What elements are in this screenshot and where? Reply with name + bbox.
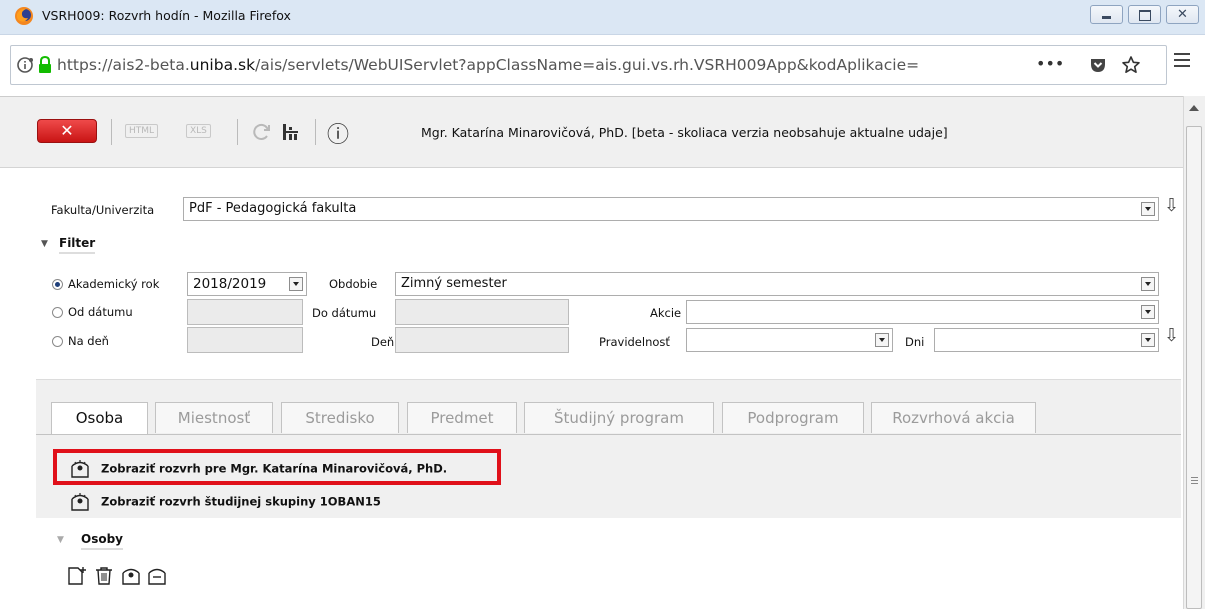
chevron-down-icon[interactable] bbox=[289, 277, 303, 291]
on-day-input[interactable] bbox=[187, 327, 303, 353]
faculty-label: Fakulta/Univerzita bbox=[51, 203, 155, 217]
chevron-down-icon[interactable] bbox=[1141, 305, 1155, 319]
tab-rozvrhova-akcia[interactable]: Rozvrhová akcia bbox=[871, 402, 1036, 433]
navigation-bar: https://ais2-beta.uniba.sk/ais/servlets/… bbox=[0, 35, 1205, 95]
view-schedule-icon[interactable] bbox=[120, 566, 142, 586]
scroll-up-icon[interactable] bbox=[1189, 105, 1199, 111]
period-select[interactable]: Zimný semester bbox=[395, 272, 1159, 296]
day-label: Deň bbox=[371, 335, 395, 349]
from-date-input[interactable] bbox=[187, 299, 303, 325]
lock-icon bbox=[39, 56, 51, 73]
browser-window: VSRH009: Rozvrh hodín - Mozilla Firefox … bbox=[0, 0, 1205, 610]
days-select[interactable] bbox=[934, 328, 1159, 352]
view-detail-icon[interactable] bbox=[146, 566, 168, 586]
tab-stredisko[interactable]: Stredisko bbox=[281, 402, 399, 433]
export-xls-button[interactable]: XLS bbox=[186, 124, 211, 138]
delete-icon[interactable] bbox=[94, 566, 114, 586]
academic-year-label: Akademický rok bbox=[68, 277, 160, 291]
chevron-down-icon[interactable] bbox=[1141, 202, 1155, 216]
tab-miestnost[interactable]: Miestnosť bbox=[155, 402, 273, 433]
tab-podprogram[interactable]: Podprogram bbox=[722, 402, 864, 433]
on-day-radio[interactable] bbox=[52, 336, 63, 347]
arrow-down-icon[interactable]: ⇩ bbox=[1164, 195, 1179, 216]
filter-section-title[interactable]: Filter bbox=[59, 236, 96, 254]
tab-predmet[interactable]: Predmet bbox=[407, 402, 517, 433]
close-app-button[interactable]: ✕ bbox=[37, 119, 97, 143]
site-info-icon[interactable] bbox=[17, 56, 35, 74]
show-group-schedule-label: Zobraziť rozvrh študijnej skupiny 1OBAN1… bbox=[101, 494, 381, 509]
pocket-icon[interactable] bbox=[1089, 56, 1107, 74]
toolbar-separator bbox=[315, 119, 316, 145]
maximize-icon bbox=[1139, 10, 1151, 21]
day-input[interactable] bbox=[395, 327, 569, 353]
to-date-label: Do dátumu bbox=[312, 306, 377, 320]
from-date-radio[interactable] bbox=[52, 307, 63, 318]
on-day-label: Na deň bbox=[68, 334, 109, 348]
action-select[interactable] bbox=[686, 300, 1159, 324]
to-date-input[interactable] bbox=[395, 299, 569, 325]
academic-year-radio[interactable] bbox=[52, 279, 63, 290]
regularity-select[interactable] bbox=[686, 328, 893, 352]
close-window-button[interactable]: ✕ bbox=[1166, 5, 1199, 24]
collapse-triangle-icon[interactable]: ▼ bbox=[41, 239, 48, 249]
from-date-label: Od dátumu bbox=[68, 305, 133, 319]
minimize-icon bbox=[1102, 16, 1111, 19]
window-title: VSRH009: Rozvrh hodín - Mozilla Firefox bbox=[42, 8, 291, 23]
period-value: Zimný semester bbox=[401, 276, 507, 291]
bookmark-star-icon[interactable] bbox=[1121, 55, 1141, 75]
title-bar: VSRH009: Rozvrh hodín - Mozilla Firefox … bbox=[0, 0, 1205, 35]
highlight-frame bbox=[53, 449, 501, 485]
tab-studijny-program[interactable]: Študijný program bbox=[524, 402, 714, 433]
maximize-button[interactable] bbox=[1128, 5, 1161, 24]
toolbar-separator bbox=[237, 119, 238, 145]
page-actions-icon[interactable]: ••• bbox=[1036, 54, 1064, 73]
menu-icon[interactable] bbox=[1174, 53, 1190, 67]
show-group-schedule-link[interactable]: Zobraziť rozvrh študijnej skupiny 1OBAN1… bbox=[69, 493, 381, 511]
structure-icon[interactable] bbox=[280, 121, 302, 143]
scroll-thumb[interactable] bbox=[1186, 126, 1202, 609]
form-area: Fakulta/Univerzita PdF - Pedagogická fak… bbox=[36, 179, 1181, 610]
app-toolbar: ✕ HTML XLS ⓘ Mgr. Katarína Minarovičová,… bbox=[0, 97, 1183, 168]
vertical-scrollbar[interactable] bbox=[1183, 96, 1205, 609]
app-content: ✕ HTML XLS ⓘ Mgr. Katarína Minarovičová,… bbox=[0, 96, 1183, 610]
arrow-down-icon[interactable]: ⇩ bbox=[1164, 325, 1179, 346]
faculty-select[interactable]: PdF - Pedagogická fakulta bbox=[183, 197, 1159, 221]
collapse-triangle-icon[interactable]: ▼ bbox=[57, 535, 64, 545]
regularity-label: Pravidelnosť bbox=[599, 335, 670, 349]
period-label: Obdobie bbox=[329, 277, 378, 291]
user-info: Mgr. Katarína Minarovičová, PhD. [beta -… bbox=[421, 125, 948, 140]
persons-section-title[interactable]: Osoby bbox=[81, 532, 123, 550]
url-bar[interactable]: https://ais2-beta.uniba.sk/ais/servlets/… bbox=[10, 45, 1167, 85]
close-window-icon: ✕ bbox=[1177, 7, 1188, 22]
academic-year-select[interactable]: 2018/2019 bbox=[187, 272, 307, 296]
chevron-down-icon[interactable] bbox=[1141, 277, 1155, 291]
tab-panel-osoba: Zobraziť rozvrh pre Mgr. Katarína Minaro… bbox=[36, 434, 1181, 585]
tabs-area: Osoba Miestnosť Stredisko Predmet Študij… bbox=[36, 379, 1181, 585]
refresh-icon[interactable] bbox=[250, 121, 272, 143]
action-label: Akcie bbox=[650, 306, 682, 320]
info-icon[interactable]: ⓘ bbox=[327, 117, 349, 149]
view-schedule-icon bbox=[71, 493, 89, 511]
faculty-value: PdF - Pedagogická fakulta bbox=[189, 201, 357, 216]
minimize-button[interactable] bbox=[1090, 5, 1123, 24]
url-text: https://ais2-beta.uniba.sk/ais/servlets/… bbox=[57, 56, 920, 74]
days-label: Dni bbox=[905, 335, 925, 349]
new-record-icon[interactable] bbox=[66, 566, 88, 586]
tab-osoba[interactable]: Osoba bbox=[51, 402, 148, 435]
chevron-down-icon[interactable] bbox=[1141, 333, 1155, 347]
export-html-button[interactable]: HTML bbox=[125, 124, 159, 138]
chevron-down-icon[interactable] bbox=[875, 333, 889, 347]
toolbar-separator bbox=[111, 119, 112, 145]
academic-year-value: 2018/2019 bbox=[193, 276, 267, 292]
firefox-icon bbox=[15, 7, 33, 25]
